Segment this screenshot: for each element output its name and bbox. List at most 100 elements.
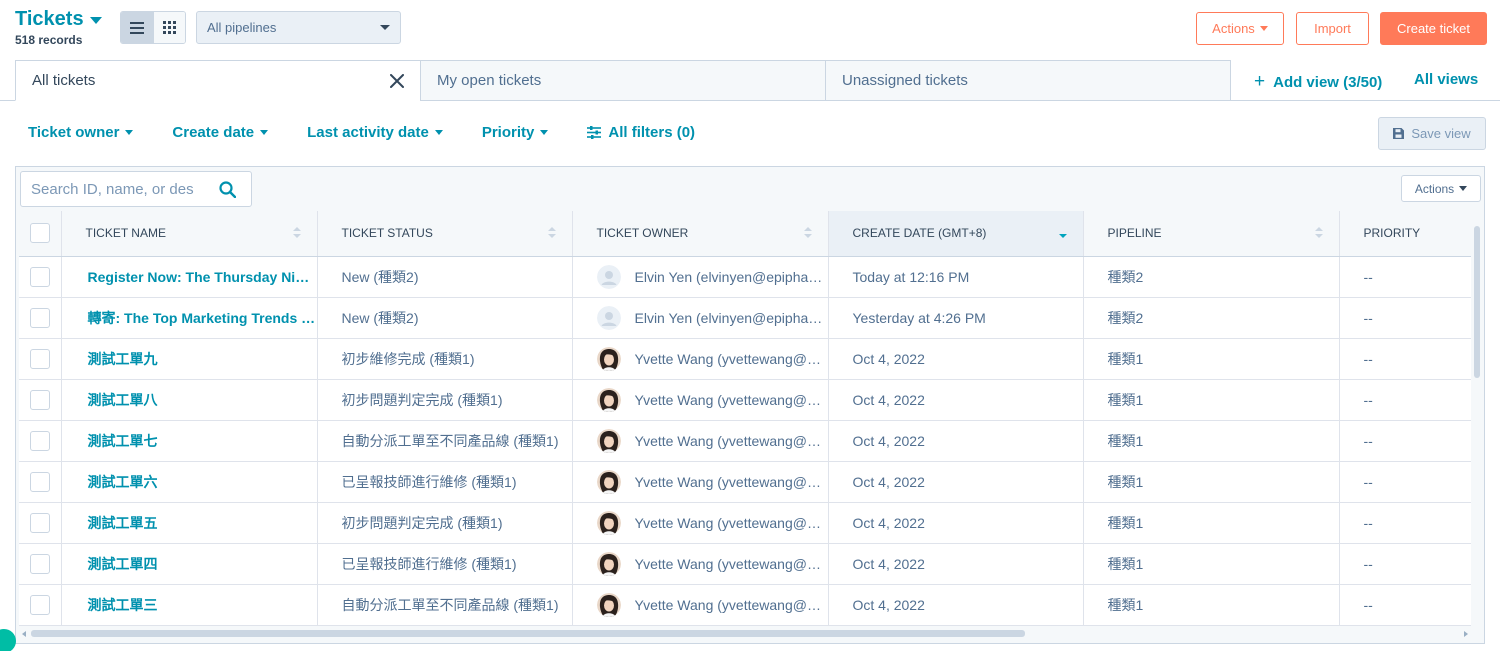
table-row[interactable]: 測試工單七 自動分派工單至不同產品線 (種類1) Yvette Wang (yvet… [19, 420, 1471, 462]
vertical-scrollbar[interactable] [1472, 226, 1482, 626]
row-checkbox[interactable] [29, 430, 50, 451]
page-title[interactable]: Tickets [15, 8, 102, 31]
sort-icon [1314, 227, 1323, 238]
tab-unassigned-tickets[interactable]: Unassigned tickets [825, 60, 1231, 101]
table-row[interactable]: 測試工單六 已呈報技師進行維修 (種類1) Yvette Wang (yvettew… [19, 461, 1471, 503]
avatar [596, 305, 621, 330]
owner-name: Elvin Yen (elvinyen@epiphany.com.tw) [634, 309, 828, 326]
actions-button[interactable]: Actions [1196, 12, 1284, 45]
ticket-name-link[interactable]: 測試工單七 [61, 420, 318, 462]
table-row[interactable]: 測試工單三 自動分派工單至不同產品線 (種類1) Yvette Wang (yvet… [19, 584, 1471, 626]
ticket-status-cell: New (種類2) [317, 297, 573, 339]
row-select-cell [19, 584, 62, 626]
scrollbar-thumb[interactable] [31, 630, 1025, 637]
filter-priority[interactable]: Priority [482, 124, 549, 141]
row-checkbox[interactable] [29, 266, 50, 287]
table-row[interactable]: Register Now: The Thursday Night Marketi… [19, 256, 1471, 298]
table-row[interactable]: 測試工單九 初步維修完成 (種類1) Yvette Wang (yvettewang… [19, 338, 1471, 380]
filter-ticket-owner[interactable]: Ticket owner [28, 124, 134, 141]
scroll-left-icon[interactable] [22, 631, 26, 637]
ticket-status-cell: 初步維修完成 (種類1) [317, 338, 573, 380]
row-checkbox[interactable] [29, 594, 50, 615]
column-header-pipeline[interactable]: PIPELINE [1083, 211, 1340, 257]
scroll-right-icon[interactable] [1464, 631, 1468, 637]
priority-cell: -- [1339, 256, 1471, 298]
row-checkbox[interactable] [29, 512, 50, 533]
save-view-button[interactable]: Save view [1378, 117, 1486, 150]
create-ticket-button[interactable]: Create ticket [1380, 12, 1487, 45]
create-date-cell: Oct 4, 2022 [828, 584, 1084, 626]
select-all-checkbox[interactable] [29, 223, 50, 244]
ticket-owner-cell: Yvette Wang (yvettewang@epiphany.com.tw) [572, 379, 829, 421]
chevron-down-icon [260, 130, 269, 135]
import-button[interactable]: Import [1296, 12, 1369, 45]
list-view-icon [130, 21, 144, 34]
grid-view-icon [163, 21, 176, 34]
all-views-link[interactable]: All views [1414, 71, 1478, 88]
create-date-cell: Oct 4, 2022 [828, 543, 1084, 585]
create-date-cell: Oct 4, 2022 [828, 379, 1084, 421]
avatar [596, 346, 621, 371]
search-input[interactable] [31, 180, 211, 198]
filter-create-date[interactable]: Create date [172, 124, 269, 141]
tabs-divider [0, 100, 15, 101]
row-select-cell [19, 461, 62, 503]
ticket-name-link[interactable]: 測試工單八 [61, 379, 318, 421]
save-icon [1393, 128, 1405, 139]
filter-bar: Ticket owner Create date Last activity d… [28, 124, 695, 141]
filter-label: Priority [481, 124, 535, 141]
owner-name: Yvette Wang (yvettewang@epiphany.com.tw) [634, 432, 828, 449]
table-row[interactable]: 測試工單八 初步問題判定完成 (種類1) Yvette Wang (yvettewa… [19, 379, 1471, 421]
row-select-cell [19, 338, 62, 380]
scrollbar-thumb[interactable] [1474, 226, 1480, 378]
actions-button-label: Actions [1212, 21, 1255, 36]
list-view-button[interactable] [121, 12, 153, 43]
sort-icon [547, 227, 556, 238]
table-actions-button[interactable]: Actions [1401, 175, 1481, 202]
tickets-table: TICKET NAME TICKET STATUS TICKET OWNER C… [19, 211, 1471, 626]
priority-cell: -- [1339, 338, 1471, 380]
column-header-ticket-name[interactable]: TICKET NAME [61, 211, 318, 257]
ticket-name-link[interactable]: 測試工單九 [61, 338, 318, 380]
help-chat-icon[interactable] [0, 629, 16, 651]
row-checkbox[interactable] [29, 307, 50, 328]
ticket-name-link[interactable]: 測試工單四 [61, 543, 318, 585]
search-icon[interactable] [219, 180, 236, 198]
column-header-ticket-status[interactable]: TICKET STATUS [317, 211, 573, 257]
ticket-name-link[interactable]: 測試工單三 [61, 584, 318, 626]
tab-all-tickets[interactable]: All tickets [15, 60, 421, 101]
column-header-create-date[interactable]: CREATE DATE (GMT+8) [828, 211, 1084, 257]
row-checkbox[interactable] [29, 389, 50, 410]
row-checkbox[interactable] [29, 348, 50, 369]
search-box[interactable] [20, 171, 252, 207]
close-icon[interactable] [390, 73, 404, 88]
row-checkbox[interactable] [29, 553, 50, 574]
column-header-priority[interactable]: PRIORITY [1339, 211, 1471, 257]
ticket-status-cell: New (種類2) [317, 256, 573, 298]
ticket-name-link[interactable]: Register Now: The Thursday Night Marketi… [61, 256, 318, 298]
chevron-down-icon [1259, 26, 1268, 31]
grid-view-button[interactable] [153, 12, 185, 43]
column-header-ticket-owner[interactable]: TICKET OWNER [572, 211, 829, 257]
pipeline-cell: 種類1 [1083, 338, 1340, 380]
pipeline-select[interactable]: All pipelines [196, 11, 401, 44]
ticket-name-link[interactable]: 轉寄: The Top Marketing Trends of 2022 [61, 297, 318, 339]
table-row[interactable]: 測試工單五 初步問題判定完成 (種類1) Yvette Wang (yvettewa… [19, 502, 1471, 544]
filter-label: Last activity date [307, 124, 429, 141]
row-select-cell [19, 379, 62, 421]
ticket-name-link[interactable]: 測試工單六 [61, 461, 318, 503]
pipeline-select-value: All pipelines [207, 20, 277, 35]
table-row[interactable]: 測試工單四 已呈報技師進行維修 (種類1) Yvette Wang (yvettew… [19, 543, 1471, 585]
ticket-name-link[interactable]: 測試工單五 [61, 502, 318, 544]
horizontal-scrollbar[interactable] [19, 627, 1471, 640]
ticket-owner-cell: Elvin Yen (elvinyen@epiphany.com.tw) [572, 297, 829, 339]
priority-cell: -- [1339, 420, 1471, 462]
record-count: 518 records [15, 33, 83, 47]
table-row[interactable]: 轉寄: The Top Marketing Trends of 2022New … [19, 297, 1471, 339]
chevron-down-icon [1459, 186, 1468, 191]
filter-last-activity-date[interactable]: Last activity date [307, 124, 443, 141]
tab-my-open-tickets[interactable]: My open tickets [420, 60, 826, 101]
all-filters-button[interactable]: All filters (0) [587, 124, 695, 141]
add-view-button[interactable]: + Add view (3/50) [1254, 71, 1382, 93]
row-checkbox[interactable] [29, 471, 50, 492]
